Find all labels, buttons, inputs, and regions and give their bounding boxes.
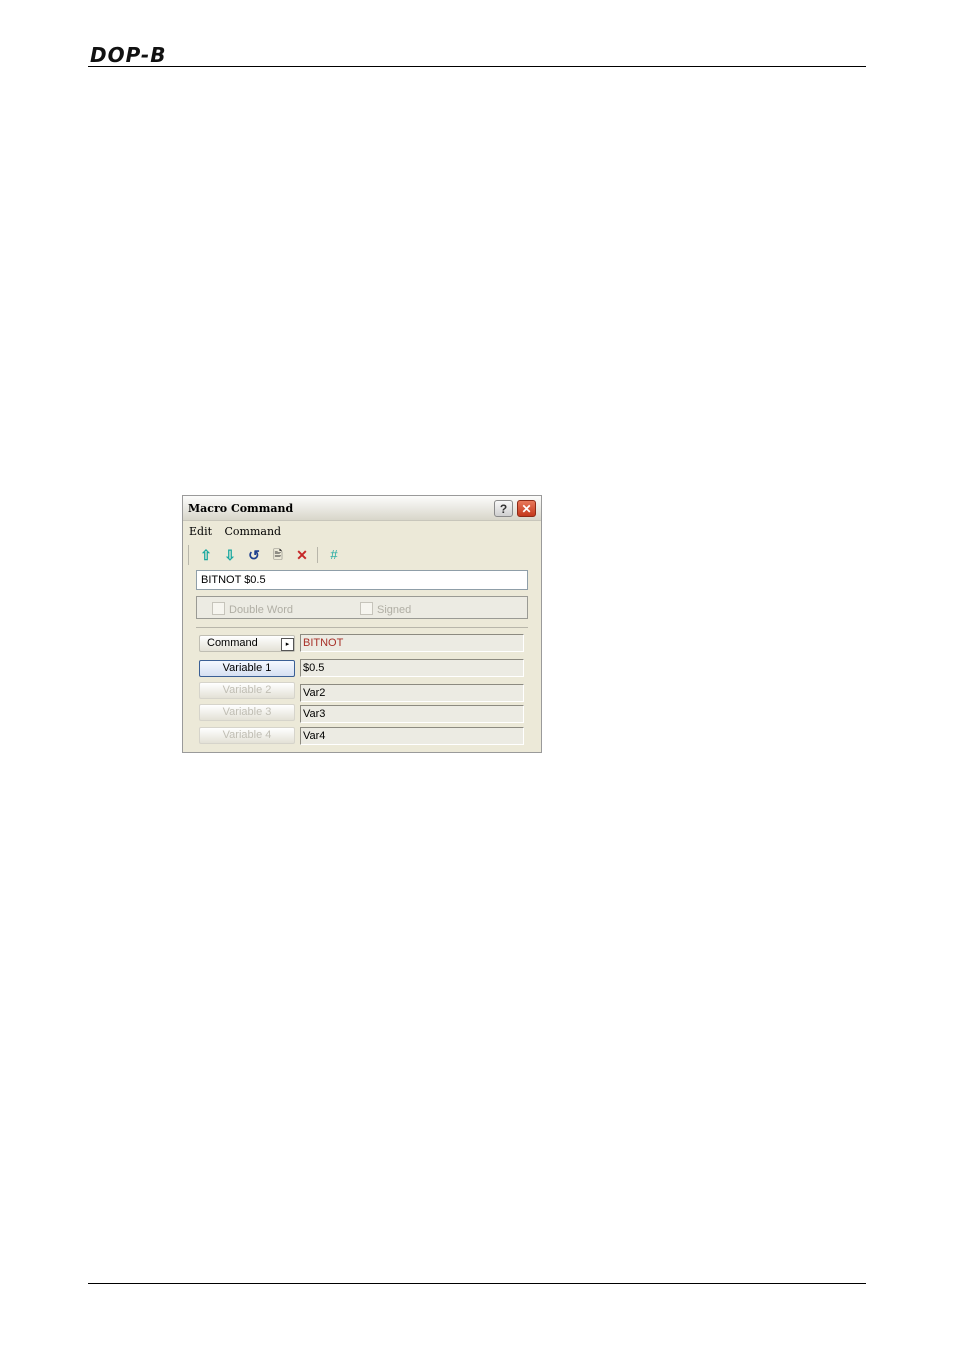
header-rule [88,66,866,67]
close-button[interactable]: ✕ [517,500,536,517]
checkbox-icon [360,602,373,615]
variable-4-button[interactable]: Variable 4 [199,727,295,744]
move-down-icon[interactable]: ⇩ [221,546,239,564]
menu-command[interactable]: Command [225,525,282,538]
delete-icon[interactable]: ✕ [293,546,311,564]
macro-expression-field[interactable]: BITNOT $0.5 [196,570,528,590]
toolbar-separator [317,547,318,563]
toolbar: ⇧ ⇩ ↺ 🖹 ✕ # [188,545,338,565]
menu-bar: Edit Command [189,525,290,538]
hash-icon[interactable]: # [325,546,343,564]
command-value-field[interactable]: BITNOT [300,634,524,652]
help-button[interactable]: ? [494,500,513,517]
variable-4-field[interactable]: Var4 [300,727,524,745]
signed-label: Signed [377,604,412,616]
refresh-icon[interactable]: ↺ [245,546,263,564]
macro-command-dialog: Macro Command ? ✕ Edit Command ⇧ ⇩ ↺ 🖹 ✕… [182,495,542,753]
divider [196,627,528,628]
double-word-label: Double Word [229,604,293,616]
brand-logo: DOP-B [90,43,167,67]
variable-2-field[interactable]: Var2 [300,684,524,702]
dropdown-arrow-icon: ▸ [281,638,294,651]
variable-2-button[interactable]: Variable 2 [199,682,295,699]
save-icon[interactable]: 🖹 [269,546,287,564]
menu-edit[interactable]: Edit [189,525,212,538]
command-button-label: Command [207,637,258,649]
double-word-checkbox[interactable]: Double Word [212,602,293,616]
variable-1-button[interactable]: Variable 1 [199,660,295,677]
title-bar[interactable]: Macro Command ? ✕ [183,496,541,521]
move-up-icon[interactable]: ⇧ [197,546,215,564]
signed-checkbox[interactable]: Signed [360,602,411,616]
dialog-title: Macro Command [188,502,294,515]
variable-3-button[interactable]: Variable 3 [199,704,295,721]
variable-1-field[interactable]: $0.5 [300,659,524,677]
checkbox-icon [212,602,225,615]
variable-3-field[interactable]: Var3 [300,705,524,723]
command-button[interactable]: Command ▸ [199,635,295,652]
footer-rule [88,1283,866,1284]
options-group: Double Word Signed [196,596,528,619]
